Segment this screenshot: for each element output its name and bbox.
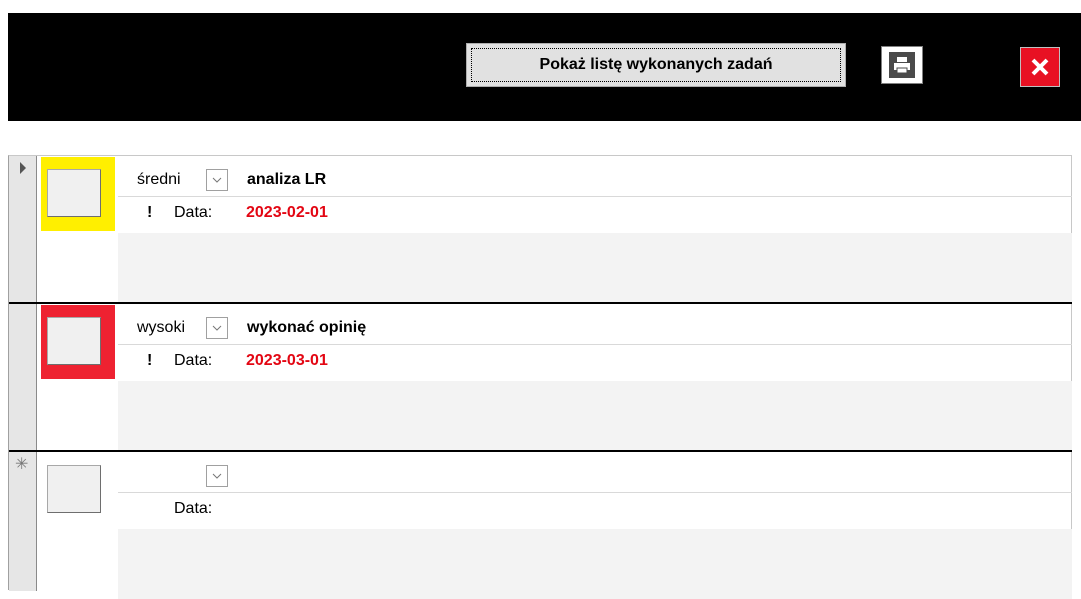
task-date-row: Data: xyxy=(118,493,1072,529)
close-button[interactable] xyxy=(1020,47,1060,87)
current-record-arrow-icon[interactable] xyxy=(19,162,27,174)
task-title[interactable]: wykonać opinię xyxy=(247,319,366,337)
due-date[interactable]: 2023-02-01 xyxy=(246,204,328,222)
print-button[interactable] xyxy=(881,46,923,84)
chevron-down-icon xyxy=(212,473,222,479)
task-header-row: średni analiza LR xyxy=(118,157,1072,197)
task-record: wysoki wykonać opinię ! Data: 2023-03-01 xyxy=(37,304,1072,451)
task-notes-field[interactable] xyxy=(118,381,1072,451)
task-date-row: ! Data: 2023-02-01 xyxy=(118,197,1072,233)
date-label: Data: xyxy=(174,352,213,369)
due-date[interactable]: 2023-03-01 xyxy=(246,352,328,370)
complete-task-button[interactable] xyxy=(47,465,101,513)
complete-task-button[interactable] xyxy=(47,169,101,217)
task-notes-field[interactable] xyxy=(118,529,1072,599)
task-date-row: ! Data: 2023-03-01 xyxy=(118,345,1072,381)
date-label: Data: xyxy=(174,500,213,517)
task-header-row: wysoki wykonać opinię xyxy=(118,305,1072,345)
alert-marker: ! xyxy=(147,204,153,221)
task-record: średni analiza LR ! Data: 2023-02-01 xyxy=(37,156,1072,303)
date-label: Data: xyxy=(174,204,213,221)
complete-task-button[interactable] xyxy=(47,317,101,365)
printer-icon xyxy=(889,52,915,78)
task-notes-field[interactable] xyxy=(118,233,1072,303)
alert-marker: ! xyxy=(147,352,153,369)
priority-value[interactable]: wysoki xyxy=(137,319,185,337)
tasks-form: ✳ średni analiza LR ! Data: 2023-02-01 w… xyxy=(8,155,1072,599)
priority-dropdown-button[interactable] xyxy=(206,465,228,487)
record-selector-column: ✳ xyxy=(9,156,37,591)
task-title[interactable]: analiza LR xyxy=(247,171,326,189)
chevron-down-icon xyxy=(212,177,222,183)
focus-outline xyxy=(471,48,841,82)
chevron-down-icon xyxy=(212,325,222,331)
new-record-star-icon[interactable]: ✳ xyxy=(15,454,28,474)
priority-dropdown-button[interactable] xyxy=(206,169,228,191)
close-icon xyxy=(1031,58,1049,76)
priority-dropdown-button[interactable] xyxy=(206,317,228,339)
priority-value[interactable]: średni xyxy=(137,171,181,189)
new-task-record: Data: xyxy=(37,452,1072,599)
show-completed-tasks-button[interactable]: Pokaż listę wykonanych zadań xyxy=(466,43,846,87)
task-header-row xyxy=(118,453,1072,493)
